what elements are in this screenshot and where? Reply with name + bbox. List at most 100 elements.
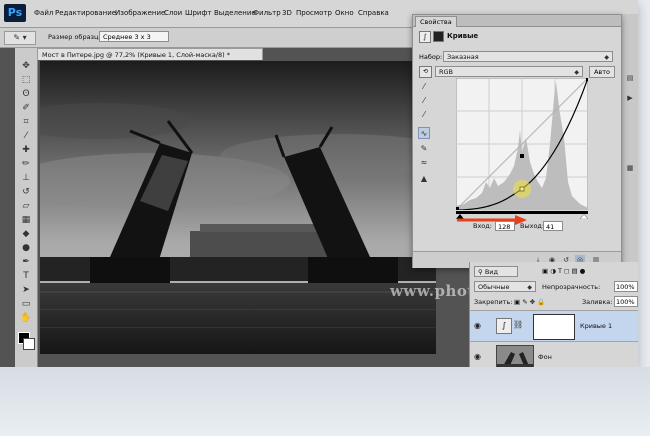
chevron-down-icon: ◆ — [527, 284, 532, 291]
eye-icon[interactable]: ◉ — [474, 321, 481, 330]
dropper-icon: ✎ ▾ — [13, 33, 27, 42]
menu-type[interactable]: Шрифт — [185, 9, 212, 17]
layer-mask-icon[interactable] — [433, 31, 444, 42]
page-backdrop — [0, 367, 650, 436]
dodge-tool-icon[interactable]: ● — [20, 242, 32, 254]
menu-filter[interactable]: Фильтр — [253, 9, 281, 17]
input-label: Вход: — [473, 222, 492, 230]
actions-icon[interactable]: ▶ — [625, 94, 635, 104]
properties-titlebar: Свойства — [413, 15, 621, 27]
fill-label: Заливка: — [582, 298, 613, 306]
blend-mode-select[interactable]: Обычные ◆ — [474, 281, 536, 292]
menu-layers[interactable]: Слои — [164, 9, 182, 17]
eyedropper-tool-icon[interactable]: ⁄ — [20, 130, 32, 142]
stamp-tool-icon[interactable]: ⊥ — [20, 172, 32, 184]
layer-thumbnail — [496, 345, 534, 367]
preset-select[interactable]: Заказная ◆ — [443, 51, 613, 62]
history-icon[interactable]: ▤ — [625, 74, 635, 84]
menu-3d[interactable]: 3D — [282, 9, 292, 17]
layers-filter-row: ⚲ Вид ▣ ◑ T ◻ ▤ ● — [470, 266, 638, 278]
adjustment-title: Кривые — [447, 32, 479, 40]
curve-tools: ⁄ ⁄ ⁄ ∿ ✎ ≈ ▲ — [417, 81, 431, 191]
menu-image[interactable]: Изображение — [115, 9, 165, 17]
quick-select-tool-icon[interactable]: ✐ — [20, 102, 32, 114]
history-brush-tool-icon[interactable]: ↺ — [20, 186, 32, 198]
curve-edit-icon[interactable]: ∿ — [418, 127, 430, 139]
input-field[interactable]: 128 — [495, 221, 515, 231]
move-tool-icon[interactable]: ✥ — [20, 60, 32, 72]
histogram-warning-icon[interactable]: ▲ — [418, 173, 430, 185]
filter-icons[interactable]: ▣ ◑ T ◻ ▤ ● — [542, 267, 585, 275]
blur-tool-icon[interactable]: ◆ — [20, 228, 32, 240]
document-canvas[interactable] — [40, 61, 436, 354]
curves-adjustment-icon: ∫ — [496, 318, 512, 334]
layer-row-background[interactable]: ◉ Фон — [470, 341, 638, 367]
brush-tool-icon[interactable]: ✏ — [20, 158, 32, 170]
menu-help[interactable]: Справка — [358, 9, 389, 17]
opacity-label: Непрозрачность: — [542, 283, 601, 291]
layer-name: Кривые 1 — [580, 322, 613, 330]
gradient-tool-icon[interactable]: ▦ — [20, 214, 32, 226]
path-select-tool-icon[interactable]: ➤ — [20, 284, 32, 296]
channel-select[interactable]: RGB ◆ — [435, 66, 583, 77]
preset-value: Заказная — [447, 53, 479, 61]
lock-icons[interactable]: ▣ ✎ ✥ 🔒 — [514, 298, 545, 306]
channel-value: RGB — [439, 68, 454, 76]
target-adjust-icon[interactable]: ⟲ — [419, 66, 432, 78]
sample-gray-icon[interactable]: ⁄ — [418, 95, 430, 107]
opacity-field[interactable]: 100% — [614, 281, 638, 292]
layer-kind-value: Вид — [484, 268, 499, 276]
swatches-icon[interactable]: ▦ — [625, 164, 635, 174]
curve-point[interactable] — [520, 154, 524, 158]
preset-row: Набор: Заказная ◆ — [413, 51, 621, 63]
pencil-icon[interactable]: ✎ — [418, 143, 430, 155]
menu-view[interactable]: Просмотр — [296, 9, 332, 17]
sample-size-label: Размер образца: — [48, 33, 105, 41]
channel-row: ⟲ RGB ◆ Авто — [413, 65, 621, 78]
hand-tool-icon[interactable]: ✋ — [20, 312, 32, 324]
sample-black-icon[interactable]: ⁄ — [418, 81, 430, 93]
blend-mode-value: Обычные — [478, 283, 510, 291]
auto-button[interactable]: Авто — [589, 66, 615, 78]
layers-panel: ⚲ Вид ▣ ◑ T ◻ ▤ ● Обычные ◆ Непрозрачнос… — [469, 262, 638, 367]
shape-tool-icon[interactable]: ▭ — [20, 298, 32, 310]
curves-adjustment-icon: ∫ — [419, 31, 431, 43]
crop-tool-icon[interactable]: ⌗ — [20, 116, 32, 128]
link-icon[interactable]: ⛓ — [513, 320, 523, 329]
menu-edit[interactable]: Редактирование — [55, 9, 116, 17]
background-color-swatch[interactable] — [23, 338, 35, 350]
lock-row: Закрепить: ▣ ✎ ✥ 🔒 Заливка: 100% — [470, 296, 638, 308]
pen-tool-icon[interactable]: ✒ — [20, 256, 32, 268]
menu-file[interactable]: Файл — [34, 9, 53, 17]
layer-name: Фон — [538, 353, 552, 361]
properties-panel: Свойства ∫ Кривые Набор: Заказная ◆ ⟲ RG… — [412, 14, 622, 268]
menu-select[interactable]: Выделение — [214, 9, 256, 17]
fill-field[interactable]: 100% — [614, 296, 638, 307]
blend-row: Обычные ◆ Непрозрачность: 100% — [470, 281, 638, 293]
tool-preset-picker[interactable]: ✎ ▾ — [4, 31, 36, 45]
layer-kind-select[interactable]: ⚲ Вид — [474, 266, 518, 277]
sample-size-select[interactable]: Среднее 3 x 3 — [99, 31, 169, 42]
background-thumbnail-image — [497, 346, 533, 367]
type-tool-icon[interactable]: T — [20, 270, 32, 282]
eye-icon[interactable]: ◉ — [474, 352, 481, 361]
lasso-tool-icon[interactable]: ʘ — [20, 88, 32, 100]
output-field[interactable]: 41 — [543, 221, 563, 231]
layer-mask-thumbnail[interactable] — [533, 314, 575, 340]
white-point-slider[interactable] — [579, 213, 588, 219]
toolbox: ✥ ⬚ ʘ ✐ ⌗ ⁄ ✚ ✏ ⊥ ↺ ▱ ▦ ◆ ● ✒ T ➤ ▭ ✋ — [15, 48, 38, 367]
menu-window[interactable]: Окно — [335, 9, 354, 17]
input-output-row: Вход: 128 Выход: 41 — [413, 221, 621, 233]
smooth-icon[interactable]: ≈ — [418, 157, 430, 169]
bridge-photo — [40, 61, 436, 354]
healing-tool-icon[interactable]: ✚ — [20, 144, 32, 156]
marquee-tool-icon[interactable]: ⬚ — [20, 74, 32, 86]
eraser-tool-icon[interactable]: ▱ — [20, 200, 32, 212]
document-tab[interactable]: Мост в Питере.jpg @ 77,2% (Кривые 1, Сло… — [37, 48, 263, 60]
layer-row-curves[interactable]: ◉ ∫ ⛓ Кривые 1 — [470, 310, 638, 341]
properties-tab[interactable]: Свойства — [415, 16, 457, 27]
photoshop-logo: Ps — [4, 4, 26, 22]
adjustment-header: ∫ Кривые — [413, 28, 621, 44]
sample-white-icon[interactable]: ⁄ — [418, 109, 430, 121]
curves-graph[interactable] — [456, 78, 588, 210]
